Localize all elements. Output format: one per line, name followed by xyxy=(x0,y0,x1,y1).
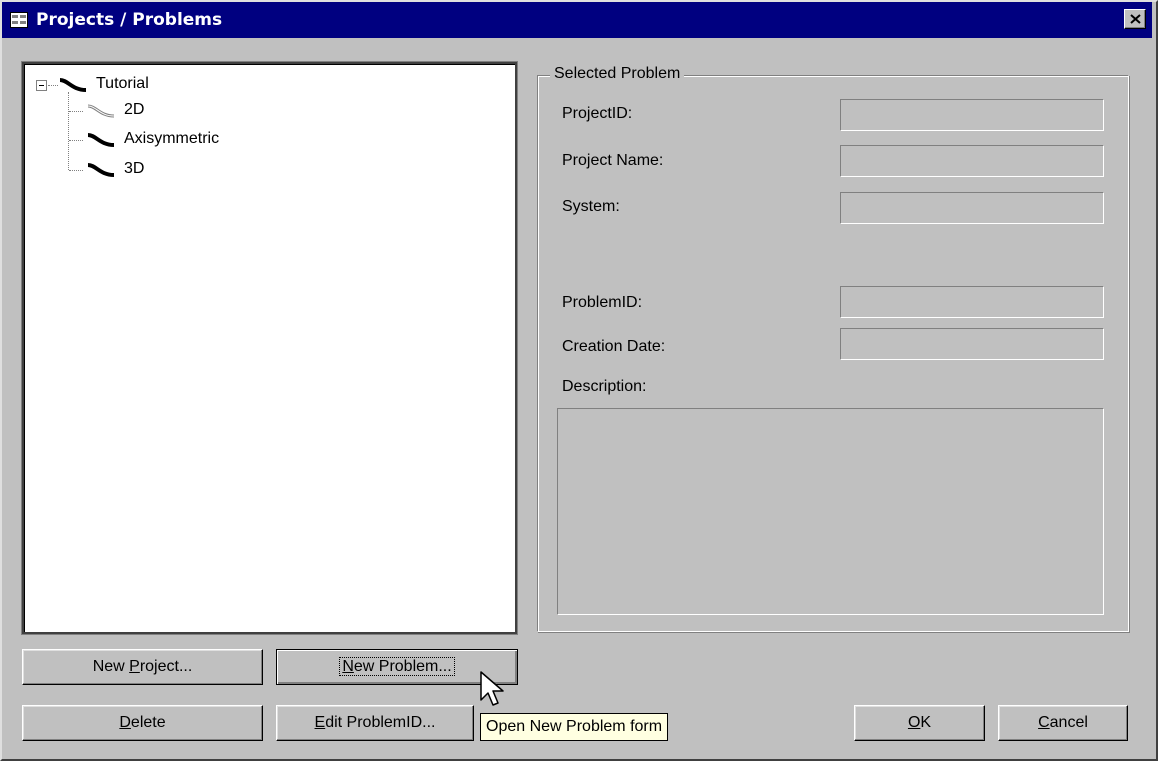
description-label: Description: xyxy=(562,378,647,395)
button-label: elete xyxy=(130,714,166,731)
new-project-button[interactable]: New Project... xyxy=(22,649,263,685)
button-label: roject... xyxy=(139,658,193,675)
project-id-label: ProjectID: xyxy=(562,105,633,122)
curve-icon xyxy=(87,133,115,147)
button-label: dit ProblemID... xyxy=(325,714,436,731)
creation-date-label: Creation Date: xyxy=(562,338,666,355)
curve-outline-icon xyxy=(87,104,115,118)
accelerator-key: P xyxy=(129,658,140,675)
mouse-pointer-icon xyxy=(480,671,504,706)
description-field xyxy=(557,408,1104,615)
creation-date-field xyxy=(840,328,1104,360)
group-legend: Selected Problem xyxy=(550,65,685,83)
ok-button[interactable]: OK xyxy=(854,705,985,741)
close-button[interactable] xyxy=(1124,9,1146,29)
project-id-field xyxy=(840,99,1104,131)
tree-item-label: 2D xyxy=(124,101,145,118)
system-field xyxy=(840,192,1104,224)
accelerator-key: O xyxy=(907,714,921,731)
project-name-field xyxy=(840,145,1104,177)
button-label: ancel xyxy=(1049,714,1088,731)
tree-item-label: Tutorial xyxy=(96,75,149,92)
accelerator-key: E xyxy=(314,714,326,731)
collapse-toggle-icon[interactable] xyxy=(36,80,47,91)
form-icon xyxy=(10,12,28,28)
project-name-label: Project Name: xyxy=(562,152,664,169)
problem-id-field xyxy=(840,286,1104,318)
tree-item-label: Axisymmetric xyxy=(124,130,220,147)
edit-problem-id-button[interactable]: Edit ProblemID... xyxy=(276,705,474,741)
title-bar: Projects / Problems xyxy=(2,2,1152,38)
tooltip: Open New Problem form xyxy=(480,713,669,741)
button-label: K xyxy=(920,714,932,731)
curve-icon xyxy=(87,163,115,177)
cancel-button[interactable]: Cancel xyxy=(998,705,1128,741)
accelerator-key: N xyxy=(342,658,354,675)
curve-icon xyxy=(59,78,87,92)
problem-id-label: ProblemID: xyxy=(562,294,643,311)
focus-rect: New Problem... xyxy=(339,657,455,676)
accelerator-key: D xyxy=(119,714,131,731)
system-label: System: xyxy=(562,198,620,215)
button-label: ew Problem... xyxy=(353,658,452,675)
close-icon xyxy=(1130,14,1141,24)
project-tree[interactable]: Tutorial 2D Axisymmetric 3D xyxy=(22,62,517,634)
tree-item-label: 3D xyxy=(124,160,145,177)
delete-button[interactable]: Delete xyxy=(22,705,263,741)
button-label: New xyxy=(92,658,130,675)
window-title: Projects / Problems xyxy=(36,10,223,30)
accelerator-key: C xyxy=(1038,714,1050,731)
